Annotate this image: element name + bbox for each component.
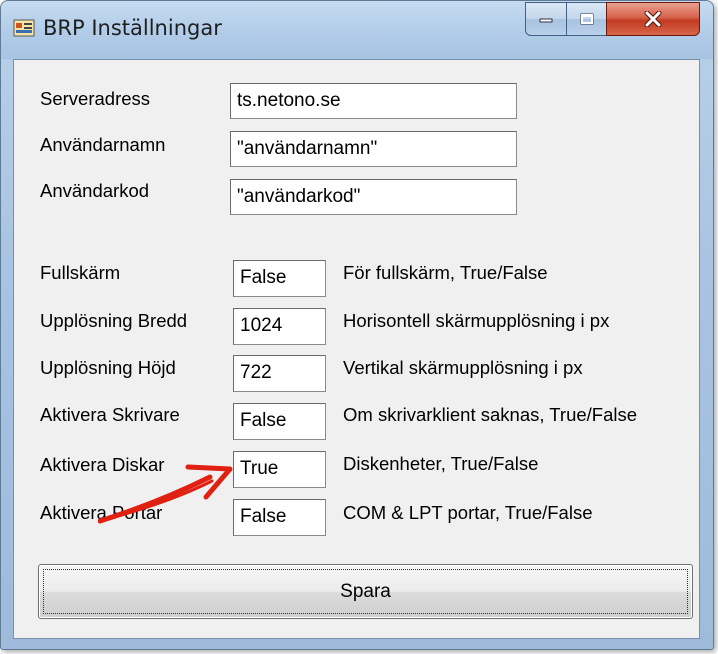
setting-input-height[interactable]: 722 [233,355,326,392]
app-icon [13,19,35,37]
setting-label-printer: Aktivera Skrivare [40,404,180,425]
setting-label-fullscreen: Fullskärm [40,262,121,283]
window-title: BRP Inställningar [43,16,222,40]
setting-hint-width: Horisontell skärmupplösning i px [343,310,610,331]
password-label: Användarkod [40,180,150,201]
password-input[interactable]: "användarkod" [230,179,517,215]
setting-input-disks[interactable]: True [233,451,326,488]
setting-input-fullscreen[interactable]: False [233,260,326,297]
setting-label-disks: Aktivera Diskar [40,454,165,475]
maximize-button[interactable] [566,2,607,36]
maximize-icon [580,13,593,25]
setting-input-printer[interactable]: False [233,403,326,440]
setting-hint-ports: COM & LPT portar, True/False [343,502,593,523]
setting-input-width[interactable]: 1024 [233,308,326,345]
save-button[interactable]: Spara [38,564,693,619]
serveradress-input[interactable]: ts.netono.se [230,83,517,119]
setting-label-height: Upplösning Höjd [40,357,176,378]
username-input[interactable]: "användarnamn" [230,131,517,167]
minimize-button[interactable] [525,2,567,36]
setting-label-width: Upplösning Bredd [40,310,188,331]
close-icon [644,11,662,27]
save-button-label: Spara [43,569,688,614]
setting-hint-fullscreen: För fullskärm, True/False [343,262,548,283]
minimize-icon [539,18,553,23]
setting-hint-printer: Om skrivarklient saknas, True/False [343,404,638,425]
serveradress-label: Serveradress [40,88,151,109]
username-label: Användarnamn [40,134,166,155]
setting-label-ports: Aktivera Portar [40,502,163,523]
setting-hint-height: Vertikal skärmupplösning i px [343,357,583,378]
close-button[interactable] [606,2,700,36]
title-bar[interactable]: BRP Inställningar [1,1,713,59]
setting-input-ports[interactable]: False [233,499,326,536]
setting-hint-disks: Diskenheter, True/False [343,453,539,474]
